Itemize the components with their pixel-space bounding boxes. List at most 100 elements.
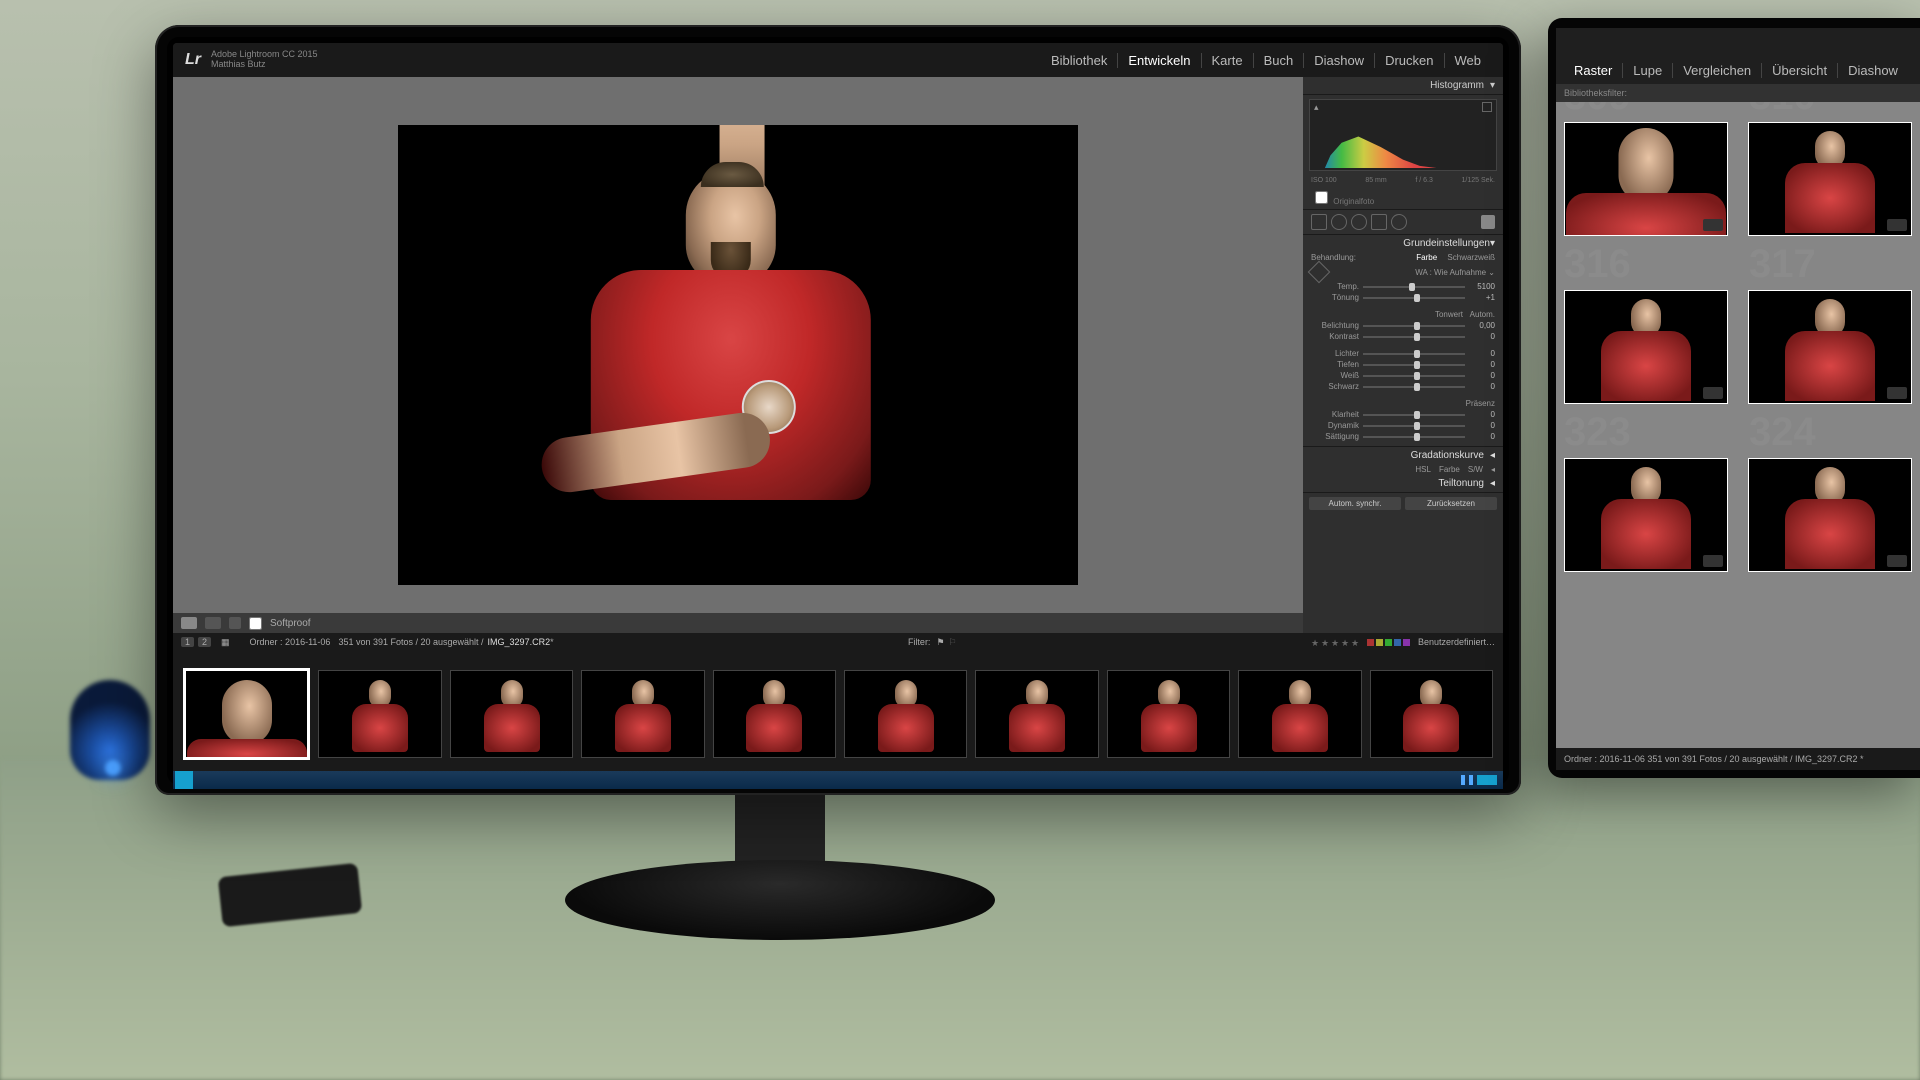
- thumb-badge-icon: [1703, 387, 1723, 399]
- folder-path: Ordner : 2016-11-06: [250, 637, 331, 647]
- color-label-filter[interactable]: [1367, 639, 1410, 646]
- original-checkbox[interactable]: [1315, 191, 1328, 204]
- windows-start-icon[interactable]: [175, 771, 193, 789]
- histogram-display[interactable]: ▴: [1309, 99, 1497, 171]
- modified-flag: *: [550, 637, 554, 647]
- slider-track[interactable]: [1363, 425, 1465, 427]
- library-filter-bar[interactable]: Bibliotheksfilter:: [1556, 84, 1920, 102]
- grid-index-number: 324: [1749, 410, 1816, 455]
- filmstrip-thumb[interactable]: [318, 670, 441, 758]
- mode-lupe[interactable]: Lupe: [1623, 63, 1673, 78]
- slider-klarheit[interactable]: Klarheit0: [1303, 409, 1503, 420]
- slider-track[interactable]: [1363, 297, 1465, 299]
- clip-shadow-icon[interactable]: ▴: [1314, 102, 1319, 113]
- slider-weiß[interactable]: Weiß0: [1303, 370, 1503, 381]
- filmstrip-thumb[interactable]: [450, 670, 573, 758]
- filmstrip-thumb[interactable]: [713, 670, 836, 758]
- spot-tool-icon[interactable]: [1331, 214, 1347, 230]
- disclosure-triangle-icon: ▾: [1490, 80, 1495, 91]
- star-rating-filter[interactable]: ★★★★★: [1311, 638, 1359, 646]
- slider-sättigung[interactable]: Sättigung0: [1303, 431, 1503, 442]
- hsl-sw[interactable]: S/W: [1468, 465, 1483, 474]
- histo-aperture: f / 6.3: [1415, 177, 1433, 184]
- module-bibliothek[interactable]: Bibliothek: [1041, 53, 1118, 68]
- hsl-label[interactable]: HSL: [1415, 465, 1431, 474]
- radial-tool-icon[interactable]: [1391, 214, 1407, 230]
- filmstrip[interactable]: [173, 651, 1503, 777]
- mode-vergleichen[interactable]: Vergleichen: [1673, 63, 1762, 78]
- brush-tool-icon[interactable]: [1481, 215, 1495, 229]
- grid-thumb[interactable]: [1564, 122, 1728, 236]
- grid-thumb[interactable]: [1748, 290, 1912, 404]
- flag-rejected-icon[interactable]: ⚐: [949, 637, 957, 648]
- slider-kontrast[interactable]: Kontrast0: [1303, 331, 1503, 342]
- slider-schwarz[interactable]: Schwarz0: [1303, 381, 1503, 392]
- module-karte[interactable]: Karte: [1202, 53, 1254, 68]
- slider-track[interactable]: [1363, 375, 1465, 377]
- module-buch[interactable]: Buch: [1254, 53, 1305, 68]
- wb-preset[interactable]: Wie Aufnahme: [1434, 268, 1486, 277]
- curve-header[interactable]: Gradationskurve◂: [1303, 446, 1503, 464]
- slider-lichter[interactable]: Lichter0: [1303, 348, 1503, 359]
- slider-temp.[interactable]: Temp.5100: [1303, 281, 1503, 292]
- slider-track[interactable]: [1363, 436, 1465, 438]
- mode-diashow[interactable]: Diashow: [1838, 63, 1908, 78]
- slider-track[interactable]: [1363, 386, 1465, 388]
- module-drucken[interactable]: Drucken: [1375, 53, 1444, 68]
- softproof-checkbox[interactable]: [249, 617, 262, 630]
- image-canvas[interactable]: Softproof: [173, 77, 1303, 633]
- module-entwickeln[interactable]: Entwickeln: [1118, 53, 1201, 68]
- mode-raster[interactable]: Raster: [1564, 63, 1623, 78]
- monitor2-badge[interactable]: 2: [198, 637, 211, 647]
- slider-track[interactable]: [1363, 286, 1465, 288]
- mode-uebersicht[interactable]: Übersicht: [1762, 63, 1838, 78]
- slider-belichtung[interactable]: Belichtung0,00: [1303, 320, 1503, 331]
- treatment-bw[interactable]: Schwarzweiß: [1447, 253, 1495, 262]
- histogram-header[interactable]: Histogramm▾: [1303, 77, 1503, 95]
- slider-tönung[interactable]: Tönung+1: [1303, 292, 1503, 303]
- hsl-farbe[interactable]: Farbe: [1439, 465, 1460, 474]
- split-header[interactable]: Teiltonung◂: [1303, 475, 1503, 492]
- module-web[interactable]: Web: [1445, 53, 1492, 68]
- filmstrip-thumb[interactable]: [1370, 670, 1493, 758]
- grid-thumb[interactable]: [1748, 122, 1912, 236]
- slider-track[interactable]: [1363, 353, 1465, 355]
- filmstrip-thumb[interactable]: [844, 670, 967, 758]
- basic-header[interactable]: Grundeinstellungen▾: [1303, 235, 1503, 252]
- system-tray[interactable]: [1317, 771, 1503, 789]
- filmstrip-thumb[interactable]: [183, 668, 310, 760]
- grid-thumb[interactable]: [1564, 290, 1728, 404]
- filmstrip-thumb[interactable]: [975, 670, 1098, 758]
- wb-picker-icon[interactable]: [1308, 261, 1331, 284]
- auto-sync-button[interactable]: Autom. synchr.: [1309, 497, 1401, 510]
- slider-dynamik[interactable]: Dynamik0: [1303, 420, 1503, 431]
- flag-picked-icon[interactable]: ⚑: [936, 637, 944, 648]
- loupe-view-icon[interactable]: [181, 617, 197, 629]
- windows-taskbar[interactable]: [173, 771, 1503, 789]
- slider-track[interactable]: [1363, 414, 1465, 416]
- module-diashow[interactable]: Diashow: [1304, 53, 1375, 68]
- slider-track[interactable]: [1363, 325, 1465, 327]
- grad-tool-icon[interactable]: [1371, 214, 1387, 230]
- grid-view[interactable]: 309310316317323324: [1556, 102, 1920, 748]
- redeye-tool-icon[interactable]: [1351, 214, 1367, 230]
- softproof-label: Softproof: [270, 618, 311, 629]
- grid-thumb[interactable]: [1748, 458, 1912, 572]
- reset-button[interactable]: Zurücksetzen: [1405, 497, 1497, 510]
- crop-tool-icon[interactable]: [1311, 214, 1327, 230]
- filmstrip-thumb[interactable]: [1238, 670, 1361, 758]
- filmstrip-thumb[interactable]: [1107, 670, 1230, 758]
- treatment-color[interactable]: Farbe: [1416, 253, 1437, 262]
- filmstrip-thumb[interactable]: [581, 670, 704, 758]
- grid-icon[interactable]: ▦: [221, 637, 230, 648]
- slider-track[interactable]: [1363, 364, 1465, 366]
- before-after-icon[interactable]: [205, 617, 221, 629]
- compare-view-icon[interactable]: [229, 617, 241, 629]
- slider-tiefen[interactable]: Tiefen0: [1303, 359, 1503, 370]
- clip-highlight-icon[interactable]: [1482, 102, 1492, 112]
- auto-tone-button[interactable]: Autom.: [1470, 310, 1495, 319]
- filter-preset[interactable]: Benutzerdefiniert…: [1418, 637, 1495, 647]
- grid-thumb[interactable]: [1564, 458, 1728, 572]
- slider-track[interactable]: [1363, 336, 1465, 338]
- monitor1-badge[interactable]: 1: [181, 637, 194, 647]
